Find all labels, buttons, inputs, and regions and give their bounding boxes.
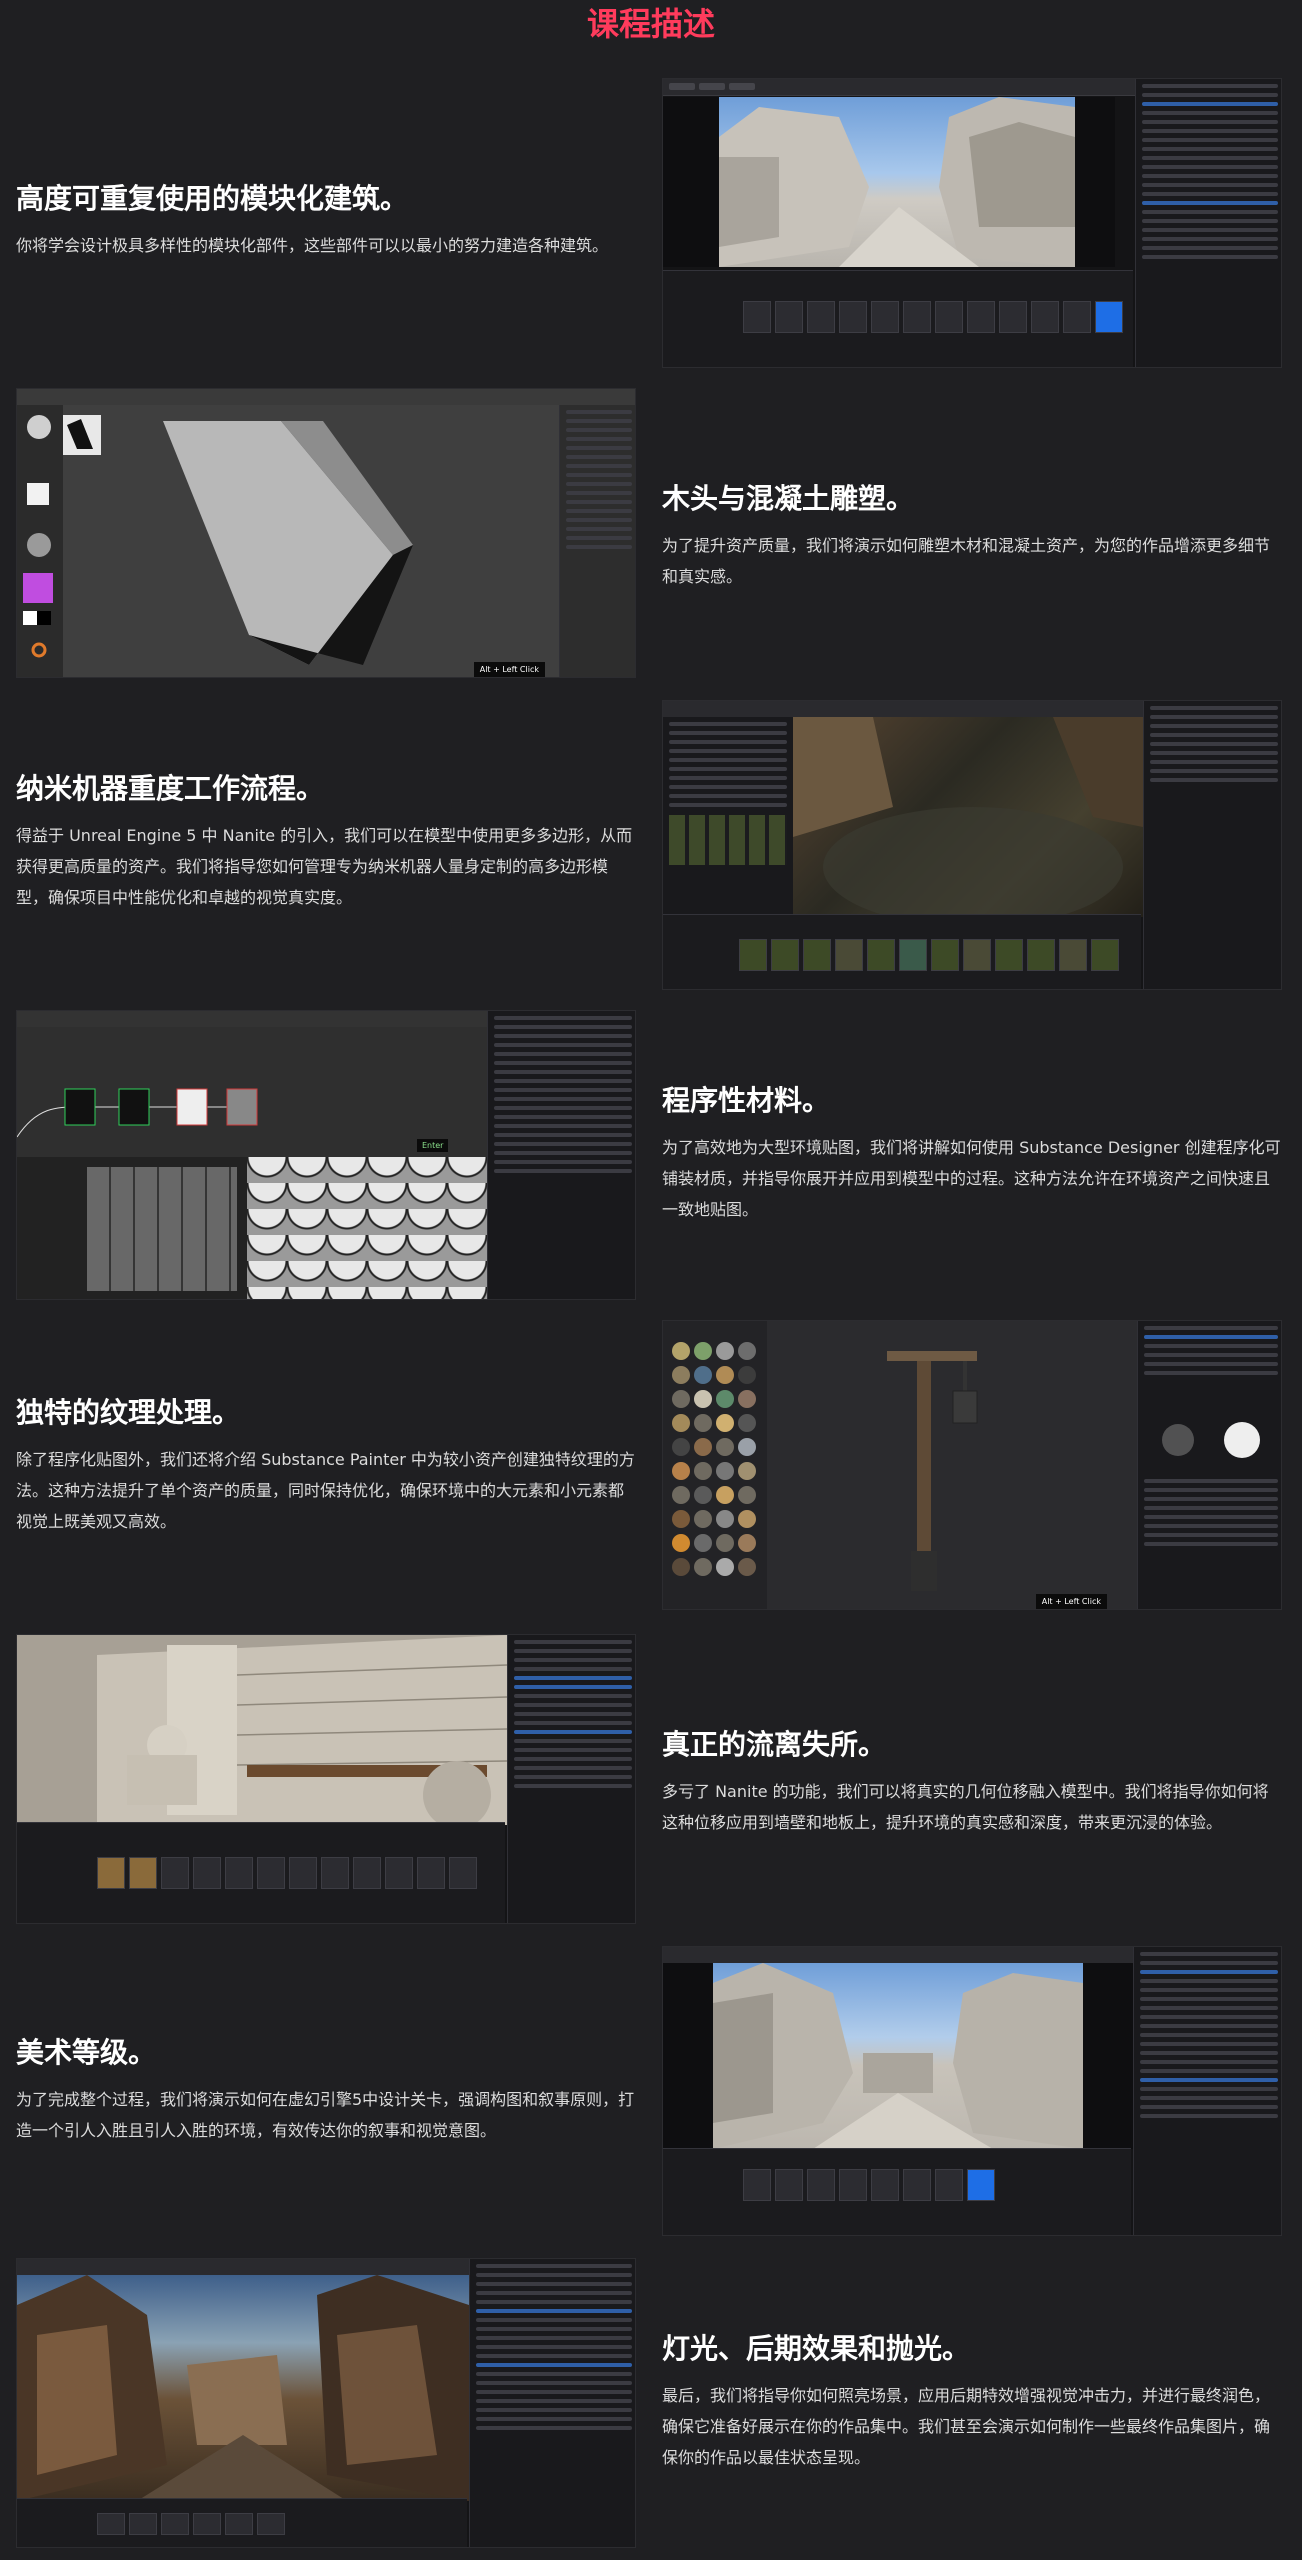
section-description: 你将学会设计极具多样性的模块化部件，这些部件可以以最小的努力建造各种建筑。 xyxy=(16,236,609,255)
outliner-panel[interactable] xyxy=(1135,79,1281,367)
content-browser[interactable] xyxy=(663,2148,1131,2235)
unreal-level-screenshot xyxy=(662,1946,1282,2236)
foliage-panel[interactable] xyxy=(663,717,794,917)
section-text: 独特的纹理处理。 除了程序化贴图外，我们还将介绍 Substance Paint… xyxy=(16,1394,636,1537)
section-text: 真正的流离失所。 多亏了 Nanite 的功能，我们可以将真实的几何位移融入模型… xyxy=(662,1726,1282,1838)
section-procedural-materials: Enter 程序性材料。 为了高效地为大型环境贴图，我们将讲解如何使用 Subs… xyxy=(0,1010,1302,1300)
section-heading: 灯光、后期效果和抛光。 xyxy=(662,2332,971,2365)
section-nanite-workflow: 纳米机器重度工作流程。 得益于 Unreal Engine 5 中 Nanite… xyxy=(0,700,1302,990)
section-heading: 程序性材料。 xyxy=(662,1084,831,1117)
node-graph[interactable]: Enter xyxy=(17,1027,487,1157)
section-description: 多亏了 Nanite 的功能，我们可以将真实的几何位移融入模型中。我们将指导你如… xyxy=(662,1782,1269,1832)
viewport[interactable] xyxy=(793,717,1143,917)
section-level-art: 美术等级。 为了完成整个过程，我们将演示如何在虚幻引擎5中设计关卡，强调构图和叙… xyxy=(0,1946,1302,2236)
section-heading: 木头与混凝土雕塑。 xyxy=(662,482,915,515)
section-text: 程序性材料。 为了高效地为大型环境贴图，我们将讲解如何使用 Substance … xyxy=(662,1082,1282,1225)
section-unique-texturing: 独特的纹理处理。 除了程序化贴图外，我们还将介绍 Substance Paint… xyxy=(0,1320,1302,1610)
section-description: 为了高效地为大型环境贴图，我们将讲解如何使用 Substance Designe… xyxy=(662,1138,1281,1219)
zbrush-screenshot: Alt + Left Click xyxy=(16,388,636,678)
content-browser[interactable] xyxy=(663,270,1133,367)
viewport[interactable] xyxy=(713,1963,1083,2149)
zbrush-toolbar[interactable] xyxy=(17,405,63,677)
layers-panel[interactable] xyxy=(1137,1321,1281,1609)
lamp-post-model xyxy=(887,1351,978,1591)
unreal-editor-screenshot xyxy=(662,78,1282,368)
section-text: 高度可重复使用的模块化建筑。 你将学会设计极具多样性的模块化部件，这些部件可以以… xyxy=(16,180,636,261)
outliner-panel[interactable] xyxy=(507,1635,635,1923)
section-heading: 高度可重复使用的模块化建筑。 xyxy=(16,182,409,215)
substance-painter-screenshot: Alt + Left Click xyxy=(662,1320,1282,1610)
zbrush-canvas[interactable]: Alt + Left Click xyxy=(63,405,559,677)
outliner-panel[interactable] xyxy=(1143,701,1281,989)
section-heading: 纳米机器重度工作流程。 xyxy=(16,772,325,805)
section-heading: 独特的纹理处理。 xyxy=(16,1396,241,1429)
zbrush-sidebar[interactable] xyxy=(559,405,635,677)
section-text: 纳米机器重度工作流程。 得益于 Unreal Engine 5 中 Nanite… xyxy=(16,770,636,913)
modular-buildings-render xyxy=(719,97,1075,267)
section-description: 为了提升资产质量，我们将演示如何雕塑木材和混凝土资产，为您的作品增添更多细节和真… xyxy=(662,536,1271,586)
viewport[interactable] xyxy=(17,1635,507,1825)
section-description: 最后，我们将指导你如何照亮场景，应用后期特效增强视觉冲击力，并进行最终润色，确保… xyxy=(662,2386,1271,2467)
unreal-lighting-screenshot xyxy=(16,2258,636,2548)
section-wood-concrete: Alt + Left Click 木头与混凝土雕塑。 为了提升资产质量，我们将演… xyxy=(0,388,1302,678)
material-shelf[interactable] xyxy=(663,1321,767,1609)
content-browser[interactable] xyxy=(663,914,1141,989)
section-description: 除了程序化贴图外，我们还将介绍 Substance Painter 中为较小资产… xyxy=(16,1450,635,1531)
unreal-displacement-screenshot xyxy=(16,1634,636,1924)
2d-view[interactable] xyxy=(247,1157,487,1299)
section-real-displacement: 真正的流离失所。 多亏了 Nanite 的功能，我们可以将真实的几何位移融入模型… xyxy=(0,1634,1302,1924)
library-panel[interactable] xyxy=(17,1157,247,1299)
unreal-foliage-screenshot xyxy=(662,700,1282,990)
section-modular-buildings: 高度可重复使用的模块化建筑。 你将学会设计极具多样性的模块化部件，这些部件可以以… xyxy=(0,78,1302,368)
substance-designer-screenshot: Enter xyxy=(16,1010,636,1300)
section-text: 灯光、后期效果和抛光。 最后，我们将指导你如何照亮场景，应用后期特效增强视觉冲击… xyxy=(662,2330,1282,2473)
viewport[interactable]: Alt + Left Click xyxy=(767,1321,1137,1609)
section-description: 得益于 Unreal Engine 5 中 Nanite 的引入，我们可以在模型… xyxy=(16,826,633,907)
outliner-panel[interactable] xyxy=(1133,1947,1281,2235)
section-heading: 真正的流离失所。 xyxy=(662,1728,887,1761)
page-title: 课程描述 xyxy=(586,5,715,43)
section-heading: 美术等级。 xyxy=(16,2036,157,2069)
section-description: 为了完成整个过程，我们将演示如何在虚幻引擎5中设计关卡，强调构图和叙事原则，打造… xyxy=(16,2090,635,2140)
section-lighting-polish: 灯光、后期效果和抛光。 最后，我们将指导你如何照亮场景，应用后期特效增强视觉冲击… xyxy=(0,2258,1302,2548)
content-browser[interactable] xyxy=(17,1822,505,1923)
outliner-panel[interactable] xyxy=(469,2259,635,2547)
viewport[interactable] xyxy=(17,2275,469,2501)
painter-hint: Alt + Left Click xyxy=(1035,1594,1107,1609)
properties-panel[interactable] xyxy=(487,1011,635,1299)
section-text: 木头与混凝土雕塑。 为了提升资产质量，我们将演示如何雕塑木材和混凝土资产，为您的… xyxy=(662,480,1282,592)
enter-hint: Enter xyxy=(417,1139,449,1152)
section-text: 美术等级。 为了完成整个过程，我们将演示如何在虚幻引擎5中设计关卡，强调构图和叙… xyxy=(16,2034,636,2146)
viewport[interactable] xyxy=(719,97,1075,267)
zbrush-hint: Alt + Left Click xyxy=(473,662,545,677)
content-browser[interactable] xyxy=(17,2498,467,2547)
